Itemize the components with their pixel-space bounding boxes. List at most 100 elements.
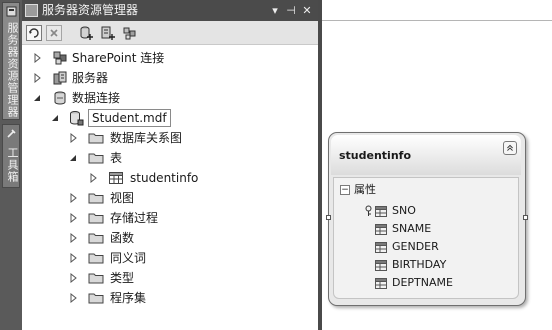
- field-name: SNAME: [392, 222, 432, 235]
- servers-icon: [53, 71, 67, 85]
- field-row[interactable]: SNO: [334, 202, 514, 220]
- field-name: SNO: [392, 204, 416, 217]
- resize-handle-left[interactable]: [326, 215, 331, 220]
- connect-database-icon[interactable]: [78, 25, 94, 41]
- expand-arrow-icon[interactable]: [68, 253, 78, 263]
- tab-server-explorer-label: 服务器资源管理器: [6, 22, 19, 118]
- resize-handle-right[interactable]: [523, 215, 528, 220]
- table-icon: [109, 172, 123, 184]
- primary-key-icon: [365, 205, 372, 216]
- tree-item-label: 表: [110, 151, 123, 165]
- field-name: DEPTNAME: [392, 276, 453, 289]
- tree-item-label: 数据库关系图: [110, 131, 183, 145]
- expand-arrow-icon[interactable]: [32, 53, 42, 63]
- field-icon: [375, 260, 387, 271]
- panel-title: 服务器资源管理器: [42, 3, 139, 17]
- properties-section-header[interactable]: − 属性: [338, 182, 514, 198]
- tree-item-label: studentinfo: [130, 171, 199, 185]
- expand-arrow-icon[interactable]: [68, 273, 78, 283]
- class-designer-surface: studentinfo − 属性 SNO SNAME GENDER BIRTHD…: [322, 0, 552, 330]
- folder-icon: [88, 133, 104, 144]
- expand-arrow-icon[interactable]: [68, 133, 78, 143]
- folder-icon: [88, 213, 104, 224]
- tree-item-label: 数据连接: [72, 91, 121, 105]
- tree-item-database-diagrams[interactable]: 数据库关系图: [22, 128, 318, 148]
- connect-server-icon[interactable]: [100, 25, 116, 41]
- stop-refresh-icon[interactable]: [46, 25, 62, 41]
- entity-title: studentinfo: [339, 149, 412, 162]
- folder-icon: [88, 233, 104, 244]
- tab-server-explorer[interactable]: 服务器资源管理器: [2, 2, 20, 120]
- data-connections-icon: [54, 91, 66, 105]
- tree-item-label: Student.mdf: [88, 109, 171, 127]
- tree-item-label: 服务器: [72, 71, 109, 85]
- expand-arrow-icon[interactable]: [32, 73, 42, 83]
- entity-shape-studentinfo[interactable]: studentinfo − 属性 SNO SNAME GENDER BIRTHD…: [326, 132, 528, 306]
- tree-item-servers[interactable]: 服务器: [22, 68, 318, 88]
- server-explorer-tree: SharePoint 连接 服务器 数据连接 Student.mdf 数据库关系…: [22, 45, 318, 330]
- tree-item-data-connections[interactable]: 数据连接: [22, 88, 318, 108]
- field-name: GENDER: [392, 240, 439, 253]
- refresh-icon[interactable]: [26, 25, 42, 41]
- expand-arrow-icon[interactable]: [68, 233, 78, 243]
- tree-item-stored-procedures[interactable]: 存储过程: [22, 208, 318, 228]
- panel-titlebar[interactable]: 服务器资源管理器 ▾ ⊣ ✕: [22, 0, 318, 21]
- field-row[interactable]: GENDER: [334, 238, 514, 256]
- tree-item-tables[interactable]: 表: [22, 148, 318, 168]
- field-row[interactable]: SNAME: [334, 220, 514, 238]
- connect-sharepoint-icon[interactable]: [122, 25, 138, 41]
- entity-body: − 属性 SNO SNAME GENDER BIRTHDAY DEPTNAME: [333, 177, 519, 299]
- tab-toolbox-label: 工具箱: [6, 147, 19, 183]
- window-position-dropdown-icon[interactable]: ▾: [268, 0, 282, 21]
- server-explorer-icon: [25, 4, 38, 17]
- sharepoint-icon: [53, 51, 67, 65]
- field-row[interactable]: BIRTHDAY: [334, 256, 514, 274]
- tree-item-views[interactable]: 视图: [22, 188, 318, 208]
- collapse-arrow-icon[interactable]: [68, 153, 78, 163]
- tree-item-sharepoint[interactable]: SharePoint 连接: [22, 48, 318, 68]
- tree-item-functions[interactable]: 函数: [22, 228, 318, 248]
- tree-item-label: 程序集: [110, 291, 147, 305]
- tree-item-label: 类型: [110, 271, 135, 285]
- tree-item-label: 函数: [110, 231, 135, 245]
- tree-item-student-mdf[interactable]: Student.mdf: [22, 108, 318, 128]
- folder-icon: [88, 273, 104, 284]
- tree-item-types[interactable]: 类型: [22, 268, 318, 288]
- collapse-shape-icon[interactable]: [503, 141, 517, 155]
- server-explorer-panel: 服务器资源管理器 ▾ ⊣ ✕ SharePoint 连接 服务器 数据连接 St…: [22, 0, 318, 330]
- auto-hide-pin-icon[interactable]: ⊣: [284, 0, 298, 21]
- collapse-arrow-icon[interactable]: [32, 93, 42, 103]
- section-collapse-icon[interactable]: −: [340, 185, 350, 195]
- toolbox-icon: [7, 129, 16, 138]
- entity-header[interactable]: studentinfo: [331, 135, 521, 175]
- field-icon: [375, 242, 387, 253]
- panel-toolbar: [22, 21, 318, 45]
- tool-window-strip: 服务器资源管理器 工具箱: [0, 0, 22, 330]
- tree-item-label: 存储过程: [110, 211, 159, 225]
- section-label: 属性: [354, 183, 376, 196]
- expand-arrow-icon[interactable]: [68, 213, 78, 223]
- field-icon: [375, 206, 387, 217]
- folder-icon: [88, 293, 104, 304]
- expand-arrow-icon[interactable]: [68, 193, 78, 203]
- tree-item-label: 视图: [110, 191, 135, 205]
- folder-icon: [88, 153, 104, 164]
- database-icon: [70, 111, 84, 126]
- folder-icon: [88, 253, 104, 264]
- field-row[interactable]: DEPTNAME: [334, 274, 514, 292]
- tree-item-studentinfo[interactable]: studentinfo: [22, 168, 318, 188]
- expand-arrow-icon[interactable]: [68, 293, 78, 303]
- folder-icon: [88, 193, 104, 204]
- document-tab-strip: [322, 0, 552, 21]
- field-icon: [375, 278, 387, 289]
- field-icon: [375, 224, 387, 235]
- tree-item-assemblies[interactable]: 程序集: [22, 288, 318, 308]
- field-name: BIRTHDAY: [392, 258, 447, 271]
- server-explorer-icon: [6, 6, 17, 17]
- expand-arrow-icon[interactable]: [88, 173, 98, 183]
- tree-item-synonyms[interactable]: 同义词: [22, 248, 318, 268]
- tab-toolbox[interactable]: 工具箱: [2, 124, 20, 188]
- tree-item-label: 同义词: [110, 251, 147, 265]
- close-icon[interactable]: ✕: [300, 0, 314, 21]
- collapse-arrow-icon[interactable]: [50, 113, 60, 123]
